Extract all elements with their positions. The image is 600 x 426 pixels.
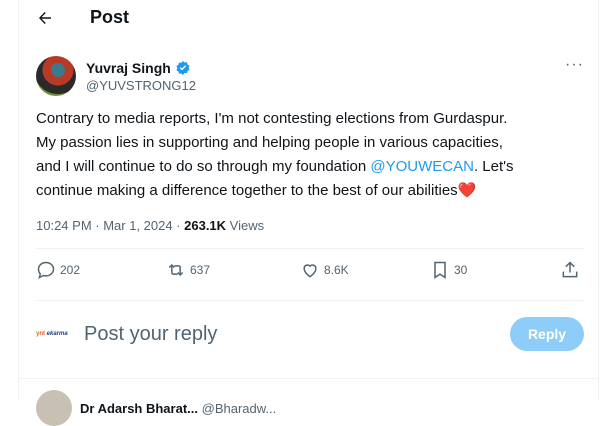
tweet-line-4: continue making a difference together to… <box>36 179 576 203</box>
share-action[interactable] <box>560 260 584 280</box>
author-handle[interactable]: @YUVSTRONG12 <box>86 78 196 93</box>
bookmark-action[interactable]: 30 <box>430 260 467 280</box>
verified-badge-icon <box>176 60 190 75</box>
repost-icon <box>168 263 184 277</box>
reply-input[interactable]: Post your reply <box>84 323 217 346</box>
like-action[interactable]: 8.6K <box>300 260 349 280</box>
next-reply-name[interactable]: Dr Adarsh Bharat... <box>80 401 198 416</box>
author-name[interactable]: Yuvraj Singh <box>86 60 171 76</box>
share-icon <box>562 261 578 278</box>
divider-bottom <box>18 378 598 379</box>
tweet-meta: 10:24 PM · Mar 1, 2024 · 263.1K Views <box>36 218 264 233</box>
right-border <box>598 0 599 400</box>
tweet-line-3: and I will continue to do so through my … <box>36 155 576 179</box>
views-label: Views <box>226 218 265 233</box>
bookmark-icon <box>434 261 446 279</box>
avatar[interactable] <box>36 56 76 96</box>
reply-count: 202 <box>60 263 81 277</box>
page-title: Post <box>90 7 130 27</box>
logo-text-1: ynt <box>36 331 45 337</box>
logo-text-2: ekarma <box>46 331 68 337</box>
action-bar: 202 637 8.6K 30 <box>36 260 584 290</box>
like-count: 8.6K <box>324 263 349 277</box>
repost-count: 637 <box>190 263 211 277</box>
more-options-icon[interactable]: ··· <box>565 56 584 74</box>
divider-mid <box>36 300 584 301</box>
next-reply-handle[interactable]: @Bharadw... <box>202 401 277 416</box>
repost-action[interactable]: 637 <box>166 260 210 280</box>
tweet-line-4-text: continue making a difference together to… <box>36 182 458 199</box>
tweet-line-2: My passion lies in supporting and helpin… <box>36 134 503 151</box>
avatar[interactable] <box>36 390 72 426</box>
tweet-text: Contrary to media reports, I'm not conte… <box>36 107 576 203</box>
header: Post <box>0 0 600 38</box>
reply-action[interactable]: 202 <box>36 260 80 280</box>
author-names: Yuvraj Singh @YUVSTRONG12 <box>86 60 196 93</box>
tweet-author[interactable]: Yuvraj Singh @YUVSTRONG12 <box>36 56 196 96</box>
views-count: 263.1K <box>184 218 227 233</box>
timestamp[interactable]: 10:24 PM · Mar 1, 2024 · <box>36 218 184 233</box>
heart-emoji-icon: ❤️ <box>457 182 477 199</box>
back-button[interactable] <box>30 6 60 30</box>
tweet-line-3-pre: and I will continue to do so through my … <box>36 158 371 175</box>
reply-button[interactable]: Reply <box>510 317 584 351</box>
divider-top <box>36 248 584 249</box>
next-reply-preview[interactable]: Dr Adarsh Bharat... @Bharadw... <box>36 390 276 426</box>
tweet-line-1: Contrary to media reports, I'm not conte… <box>36 110 508 127</box>
heart-icon <box>303 264 317 278</box>
tweet-line-3-post: . Let's <box>473 158 514 175</box>
left-border <box>18 0 19 400</box>
user-avatar-logo[interactable]: ynt ekarma <box>36 327 72 341</box>
arrow-left-icon <box>39 12 51 24</box>
reply-composer: ynt ekarma Post your reply Reply <box>36 312 584 356</box>
mention-link[interactable]: @YOUWECAN <box>370 158 474 175</box>
bookmark-count: 30 <box>454 263 468 277</box>
reply-icon <box>37 261 55 279</box>
